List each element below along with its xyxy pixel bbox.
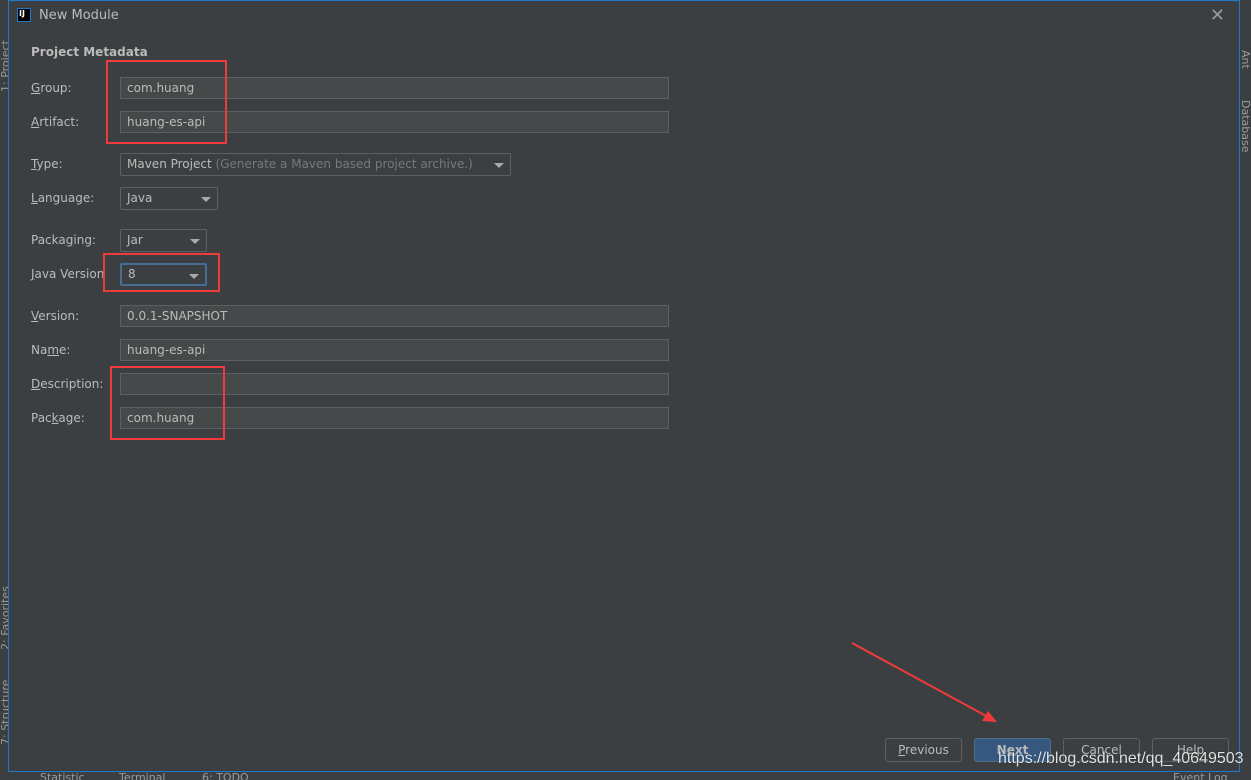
annotation-arrow-head: [982, 711, 997, 722]
statusbar-event-log[interactable]: Event Log: [1173, 772, 1228, 780]
watermark: https://blog.csdn.net/qq_40649503: [998, 750, 1244, 767]
statusbar-statistic[interactable]: Statistic: [40, 772, 85, 780]
annotation-arrow-line: [851, 642, 989, 718]
statusbar-terminal[interactable]: Terminal: [119, 772, 166, 780]
annotation-arrow: [851, 642, 997, 722]
statusbar-todo[interactable]: 6: TODO: [202, 772, 249, 780]
status-bar: Statistic Terminal 6: TODO Event Log: [0, 772, 1251, 780]
